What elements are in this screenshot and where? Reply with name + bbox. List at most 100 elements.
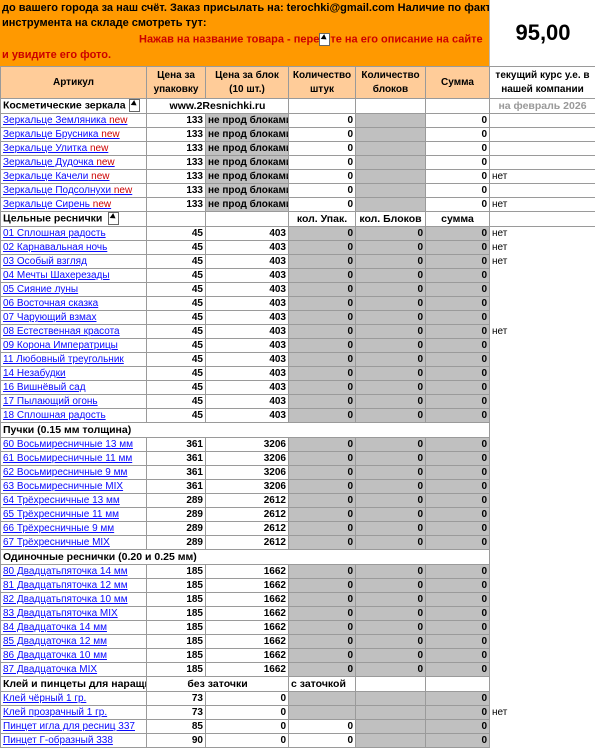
qty-blocks-input[interactable]: 0 — [356, 593, 426, 607]
qty-packs-input[interactable]: 0 — [289, 381, 356, 395]
qty-blocks-input[interactable]: 0 — [356, 452, 426, 466]
qty-sharpened-input[interactable] — [356, 720, 426, 734]
product-link[interactable]: 18 Сплошная радость — [1, 409, 147, 423]
qty-sharpened-input[interactable] — [356, 706, 426, 720]
qty-pieces-input[interactable]: 0 — [289, 128, 356, 142]
qty-packs-input[interactable]: 0 — [289, 325, 356, 339]
qty-packs-input[interactable]: 0 — [289, 649, 356, 663]
qty-packs-input[interactable]: 0 — [289, 452, 356, 466]
qty-packs-input[interactable]: 0 — [289, 339, 356, 353]
qty-blocks-input[interactable]: 0 — [356, 269, 426, 283]
product-name[interactable]: Зеркальце Улитка — [3, 143, 87, 154]
qty-sharpened-input[interactable] — [356, 692, 426, 706]
product-link[interactable]: 60 Восьмиресничные 13 мм — [1, 438, 147, 452]
qty-packs-input[interactable]: 0 — [289, 508, 356, 522]
qty-packs-input[interactable]: 0 — [289, 494, 356, 508]
qty-blocks-input[interactable]: 0 — [356, 283, 426, 297]
product-link[interactable]: Клей чёрный 1 гр. — [1, 692, 147, 706]
qty-blocks-input[interactable]: 0 — [356, 297, 426, 311]
qty-packs-input[interactable]: 0 — [289, 283, 356, 297]
product-link[interactable]: Зеркальце Земляника new — [1, 114, 147, 128]
qty-blocks-input[interactable]: 0 — [356, 579, 426, 593]
qty-unsharpened-input[interactable]: 0 — [289, 720, 356, 734]
product-link[interactable]: 61 Восьмиресничные 11 мм — [1, 452, 147, 466]
qty-packs-input[interactable]: 0 — [289, 663, 356, 677]
qty-pieces-input[interactable]: 0 — [289, 170, 356, 184]
qty-pieces-input[interactable]: 0 — [289, 114, 356, 128]
product-link[interactable]: 02 Карнавальная ночь — [1, 241, 147, 255]
qty-blocks-input[interactable]: 0 — [356, 381, 426, 395]
qty-blocks-input[interactable]: 0 — [356, 395, 426, 409]
currency-rate-value[interactable]: 95,00 — [489, 0, 595, 66]
qty-packs-input[interactable]: 0 — [289, 565, 356, 579]
product-link[interactable]: Зеркальце Дудочка new — [1, 156, 147, 170]
product-link[interactable]: 14 Незабудки — [1, 367, 147, 381]
qty-blocks-input[interactable]: 0 — [356, 227, 426, 241]
qty-blocks-input[interactable]: 0 — [356, 339, 426, 353]
product-link[interactable]: Клей прозрачный 1 гр. — [1, 706, 147, 720]
qty-blocks-input[interactable]: 0 — [356, 649, 426, 663]
product-link[interactable]: 63 Восьмиресничные MIX — [1, 480, 147, 494]
product-link[interactable]: 87 Двадцаточка MIX — [1, 663, 147, 677]
product-link[interactable]: Зеркальце Улитка new — [1, 142, 147, 156]
qty-packs-input[interactable]: 0 — [289, 438, 356, 452]
qty-packs-input[interactable]: 0 — [289, 311, 356, 325]
product-link[interactable]: 83 Двадцатьпяточка MIX — [1, 607, 147, 621]
product-name[interactable]: Зеркальце Дудочка — [3, 157, 94, 168]
qty-blocks-input[interactable]: 0 — [356, 536, 426, 550]
product-link[interactable]: 17 Пылающий огонь — [1, 395, 147, 409]
product-link[interactable]: 09 Корона Императрицы — [1, 339, 147, 353]
qty-blocks-input[interactable]: 0 — [356, 325, 426, 339]
qty-packs-input[interactable]: 0 — [289, 269, 356, 283]
product-name[interactable]: Зеркальце Подсолнухи — [3, 185, 111, 196]
qty-sharpened-input[interactable] — [356, 734, 426, 748]
product-name[interactable]: Зеркальце Брусника — [3, 129, 98, 140]
qty-blocks-input[interactable]: 0 — [356, 367, 426, 381]
qty-packs-input[interactable]: 0 — [289, 522, 356, 536]
qty-pieces-input[interactable]: 0 — [289, 156, 356, 170]
qty-packs-input[interactable]: 0 — [289, 466, 356, 480]
qty-packs-input[interactable]: 0 — [289, 297, 356, 311]
product-link[interactable]: 84 Двадцаточка 14 мм — [1, 621, 147, 635]
product-link[interactable]: 01 Сплошная радость — [1, 227, 147, 241]
product-link[interactable]: 81 Двадцатьпяточка 12 мм — [1, 579, 147, 593]
product-link[interactable]: Пинцет игла для ресниц 337 — [1, 720, 147, 734]
qty-blocks-input[interactable]: 0 — [356, 663, 426, 677]
qty-packs-input[interactable]: 0 — [289, 409, 356, 423]
product-link[interactable]: Пинцет Г-образный 338 — [1, 734, 147, 748]
qty-blocks-input[interactable]: 0 — [356, 522, 426, 536]
qty-packs-input[interactable]: 0 — [289, 353, 356, 367]
product-link[interactable]: 03 Особый взгляд — [1, 255, 147, 269]
qty-packs-input[interactable]: 0 — [289, 635, 356, 649]
qty-packs-input[interactable]: 0 — [289, 593, 356, 607]
product-link[interactable]: Зеркальце Подсолнухи new — [1, 184, 147, 198]
qty-blocks-input[interactable]: 0 — [356, 565, 426, 579]
qty-blocks-input[interactable]: 0 — [356, 480, 426, 494]
qty-unsharpened-input[interactable] — [289, 692, 356, 706]
qty-packs-input[interactable]: 0 — [289, 607, 356, 621]
product-link[interactable]: Зеркальце Сирень new — [1, 198, 147, 212]
product-link[interactable]: Зеркальце Качели new — [1, 170, 147, 184]
product-link[interactable]: 64 Трёхресничные 13 мм — [1, 494, 147, 508]
qty-blocks-input[interactable]: 0 — [356, 621, 426, 635]
product-link[interactable]: 85 Двадцаточка 12 мм — [1, 635, 147, 649]
product-link[interactable]: 82 Двадцатьпяточка 10 мм — [1, 593, 147, 607]
qty-packs-input[interactable]: 0 — [289, 536, 356, 550]
qty-blocks-input[interactable]: 0 — [356, 635, 426, 649]
qty-packs-input[interactable]: 0 — [289, 480, 356, 494]
qty-packs-input[interactable]: 0 — [289, 579, 356, 593]
product-link[interactable]: 67 Трёхресничные MIX — [1, 536, 147, 550]
qty-blocks-input[interactable]: 0 — [356, 494, 426, 508]
qty-blocks-input[interactable]: 0 — [356, 255, 426, 269]
product-link[interactable]: 06 Восточная сказка — [1, 297, 147, 311]
qty-packs-input[interactable]: 0 — [289, 621, 356, 635]
qty-blocks-input[interactable]: 0 — [356, 353, 426, 367]
qty-blocks-input[interactable]: 0 — [356, 508, 426, 522]
qty-blocks-input[interactable]: 0 — [356, 607, 426, 621]
qty-pieces-input[interactable]: 0 — [289, 142, 356, 156]
qty-unsharpened-input[interactable] — [289, 706, 356, 720]
qty-packs-input[interactable]: 0 — [289, 227, 356, 241]
product-link[interactable]: 05 Сияние луны — [1, 283, 147, 297]
qty-blocks-input[interactable]: 0 — [356, 438, 426, 452]
qty-pieces-input[interactable]: 0 — [289, 184, 356, 198]
